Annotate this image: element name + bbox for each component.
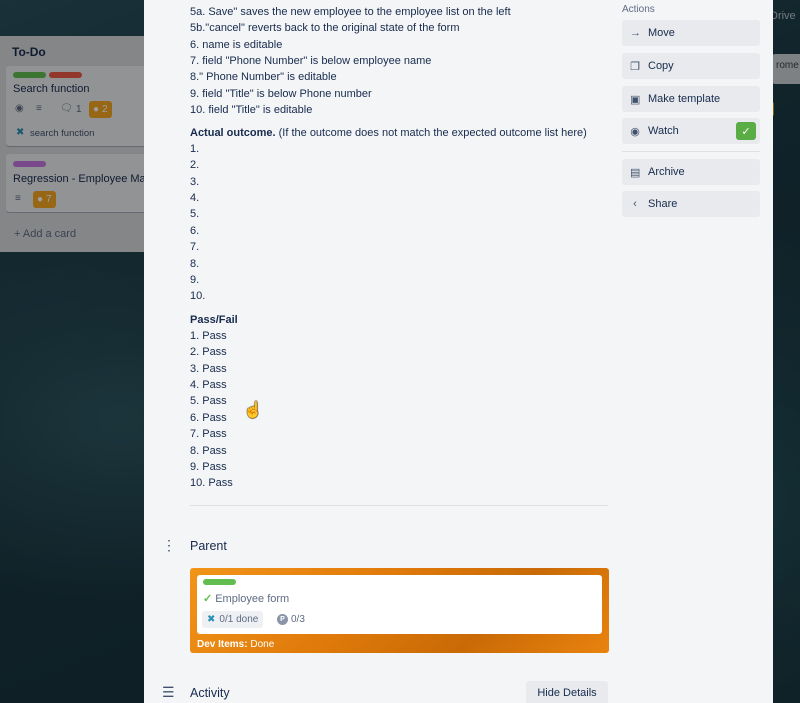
- hand-pointer-icon: ☝: [243, 402, 263, 419]
- checklist-progress-badge: ✖ 0/1 done: [202, 611, 264, 628]
- share-button[interactable]: ‹ Share: [622, 191, 760, 217]
- parent-card-label: [203, 579, 236, 585]
- step-line: 9. field "Title" is below Phone number: [190, 88, 372, 100]
- arrow-right-icon: →: [630, 27, 641, 39]
- step-line: 6. name is editable: [190, 39, 283, 51]
- description-divider: [190, 505, 608, 506]
- step-line: 8." Phone Number" is editable: [190, 71, 337, 83]
- pass-fail-item: 10. Pass: [190, 477, 233, 489]
- copy-icon: ❐: [630, 60, 640, 73]
- card-detail-modal: 5a. Save" saves the new employee to the …: [144, 0, 773, 703]
- watch-check-icon: ✓: [736, 122, 756, 140]
- parent-card[interactable]: ✓ Employee form ✖ 0/1 done P 0/3 Dev Item…: [190, 568, 609, 653]
- archive-button[interactable]: ▤ Archive: [622, 159, 760, 185]
- parent-card-footer: Dev Items: Done: [197, 639, 275, 650]
- outcome-item: 10.: [190, 290, 206, 302]
- points-badge: P 0/3: [277, 611, 305, 628]
- step-line: 5a. Save" saves the new employee to the …: [190, 6, 511, 18]
- share-icon: ‹: [633, 198, 637, 210]
- pass-fail-item: 5. Pass: [190, 395, 227, 407]
- outcome-item: 3.: [190, 176, 200, 188]
- outcome-item: 6.: [190, 225, 200, 237]
- pass-fail-item: 2. Pass: [190, 346, 227, 358]
- check-icon: ✓: [203, 593, 213, 605]
- actual-outcome-heading: Actual outcome. (If the outcome does not…: [190, 127, 587, 139]
- activity-list-icon: ☰: [162, 684, 175, 700]
- move-button[interactable]: → Move: [622, 20, 760, 46]
- pass-fail-item: 6. Pass: [190, 412, 227, 424]
- outcome-item: 1.: [190, 143, 200, 155]
- eye-icon: ◉: [630, 125, 640, 138]
- step-line: 5b."cancel" reverts back to the original…: [190, 22, 460, 34]
- outcome-item: 7.: [190, 241, 200, 253]
- pass-fail-item: 3. Pass: [190, 363, 227, 375]
- pass-fail-item: 8. Pass: [190, 445, 227, 457]
- make-template-button[interactable]: ▣ Make template: [622, 86, 760, 112]
- parent-heading: Parent: [190, 539, 227, 553]
- pass-fail-item: 4. Pass: [190, 379, 227, 391]
- outcome-item: 5.: [190, 208, 200, 220]
- hide-details-button[interactable]: Hide Details: [526, 681, 608, 703]
- outcome-item: 4.: [190, 192, 200, 204]
- copy-button[interactable]: ❐ Copy: [622, 53, 760, 79]
- parent-card-body: ✓ Employee form ✖ 0/1 done P 0/3: [197, 575, 602, 634]
- outcome-item: 2.: [190, 159, 200, 171]
- actions-heading: Actions: [622, 4, 655, 15]
- activity-heading: Activity: [190, 686, 230, 700]
- step-line: 10. field "Title" is editable: [190, 104, 313, 116]
- outcome-item: 8.: [190, 258, 200, 270]
- parent-card-title: ✓ Employee form: [203, 593, 290, 605]
- parent-hierarchy-icon: ⋮: [162, 537, 176, 553]
- pass-fail-item: 7. Pass: [190, 428, 227, 440]
- pass-fail-item: 9. Pass: [190, 461, 227, 473]
- points-icon: P: [277, 614, 288, 625]
- outcome-item: 9.: [190, 274, 200, 286]
- checklist-icon: ✖: [207, 614, 216, 625]
- watch-button[interactable]: ◉ Watch ✓: [622, 118, 760, 144]
- pass-fail-item: 1. Pass: [190, 330, 227, 342]
- pass-fail-heading: Pass/Fail: [190, 314, 238, 326]
- template-icon: ▣: [630, 93, 641, 106]
- step-line: 7. field "Phone Number" is below employe…: [190, 55, 432, 67]
- archive-icon: ▤: [630, 166, 641, 179]
- actions-divider: [622, 151, 760, 152]
